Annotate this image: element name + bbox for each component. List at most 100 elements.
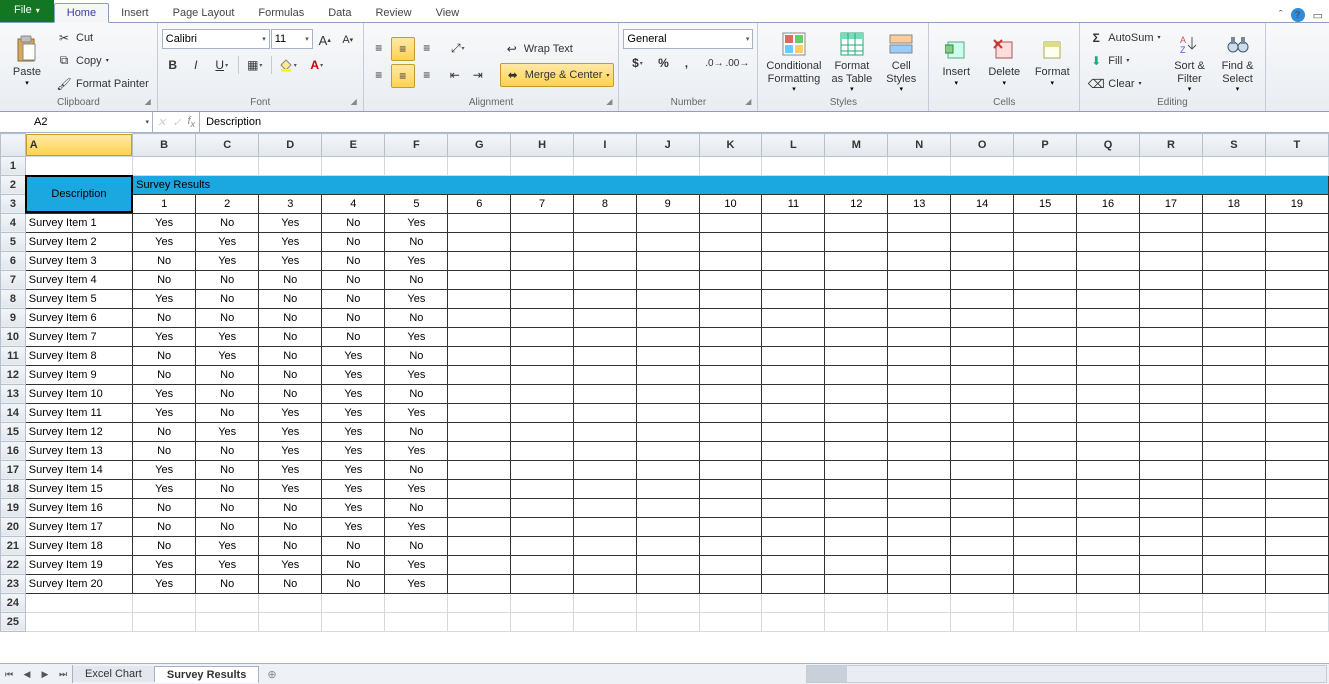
cell-data[interactable]: Yes <box>196 327 259 346</box>
cell-data[interactable] <box>573 460 636 479</box>
cell-data[interactable] <box>1202 574 1265 593</box>
cell-data[interactable] <box>888 365 951 384</box>
cell-col-num[interactable]: 7 <box>511 194 574 213</box>
cell[interactable] <box>448 593 511 612</box>
cell-data[interactable] <box>1139 308 1202 327</box>
cell-data[interactable] <box>1139 422 1202 441</box>
cell-data[interactable] <box>1265 403 1328 422</box>
cell-data[interactable]: No <box>133 270 196 289</box>
cell-data[interactable] <box>1265 498 1328 517</box>
cell-data[interactable] <box>511 517 574 536</box>
cell-data[interactable] <box>1139 460 1202 479</box>
cell-data[interactable] <box>825 574 888 593</box>
cell-data[interactable] <box>636 422 699 441</box>
cell-data[interactable] <box>762 384 825 403</box>
cell-data[interactable]: No <box>322 289 385 308</box>
cell[interactable] <box>1202 156 1265 175</box>
cell-data[interactable] <box>699 517 762 536</box>
decrease-indent-button[interactable]: ⇤ <box>444 64 466 86</box>
cell[interactable] <box>259 156 322 175</box>
cell[interactable] <box>825 612 888 631</box>
cell-data[interactable]: No <box>385 384 448 403</box>
cell-data[interactable] <box>636 365 699 384</box>
col-header-M[interactable]: M <box>825 134 888 157</box>
cell-data[interactable] <box>1265 270 1328 289</box>
cell-data[interactable] <box>1202 270 1265 289</box>
cell-data[interactable] <box>825 270 888 289</box>
row-header-1[interactable]: 1 <box>1 156 26 175</box>
col-header-K[interactable]: K <box>699 134 762 157</box>
cell-data[interactable] <box>951 403 1014 422</box>
cell-data[interactable] <box>1265 365 1328 384</box>
row-header-17[interactable]: 17 <box>1 460 26 479</box>
cell-data[interactable] <box>1077 251 1140 270</box>
cell-data[interactable]: Yes <box>385 574 448 593</box>
wrap-text-button[interactable]: ↩Wrap Text <box>500 38 615 60</box>
cell-data[interactable]: Yes <box>196 422 259 441</box>
cell[interactable] <box>25 156 132 175</box>
cell-data[interactable] <box>448 498 511 517</box>
cell-data[interactable] <box>699 270 762 289</box>
cell[interactable] <box>196 593 259 612</box>
cell-data[interactable] <box>1077 460 1140 479</box>
cell-data[interactable] <box>951 213 1014 232</box>
cell-data[interactable] <box>448 308 511 327</box>
cell-data[interactable] <box>888 308 951 327</box>
fill-button[interactable]: ⬇Fill▾ <box>1084 50 1164 72</box>
cell[interactable] <box>636 593 699 612</box>
cell-data[interactable]: Yes <box>322 517 385 536</box>
cell-data[interactable] <box>448 232 511 251</box>
cell-data[interactable]: No <box>196 441 259 460</box>
cell-data[interactable] <box>762 498 825 517</box>
formula-input[interactable]: Description <box>200 112 1329 132</box>
cell-data[interactable] <box>636 517 699 536</box>
bold-button[interactable]: B <box>162 54 184 76</box>
cell[interactable] <box>699 593 762 612</box>
cell-data[interactable]: No <box>259 536 322 555</box>
cell-data[interactable] <box>573 574 636 593</box>
cell-data[interactable] <box>1077 555 1140 574</box>
cell-data[interactable]: No <box>322 555 385 574</box>
cell[interactable] <box>1265 593 1328 612</box>
cell-data[interactable] <box>511 441 574 460</box>
cell-data[interactable]: Yes <box>385 555 448 574</box>
cell-data[interactable] <box>573 232 636 251</box>
cell-data[interactable] <box>951 384 1014 403</box>
cell-data[interactable]: Yes <box>196 346 259 365</box>
cell-data[interactable]: Yes <box>259 422 322 441</box>
cell-survey-results-header[interactable]: Survey Results <box>133 175 1329 194</box>
cell-data[interactable] <box>762 422 825 441</box>
cell-desc[interactable]: Survey Item 1 <box>25 213 132 232</box>
cell-col-num[interactable]: 17 <box>1139 194 1202 213</box>
find-select-button[interactable]: Find & Select▾ <box>1215 26 1261 94</box>
cell[interactable] <box>322 612 385 631</box>
cell-data[interactable] <box>1077 327 1140 346</box>
cell-desc[interactable]: Survey Item 12 <box>25 422 132 441</box>
cell[interactable] <box>133 156 196 175</box>
cell-data[interactable] <box>888 479 951 498</box>
row-header-15[interactable]: 15 <box>1 422 26 441</box>
cell-data[interactable] <box>1077 422 1140 441</box>
font-name-select[interactable]: Calibri▾ <box>162 29 270 49</box>
cell[interactable] <box>25 612 132 631</box>
cell-data[interactable] <box>511 555 574 574</box>
cell-data[interactable] <box>888 460 951 479</box>
row-header-18[interactable]: 18 <box>1 479 26 498</box>
cell-data[interactable]: No <box>133 536 196 555</box>
cell-data[interactable]: No <box>196 498 259 517</box>
cell-data[interactable] <box>825 460 888 479</box>
cell-col-num[interactable]: 19 <box>1265 194 1328 213</box>
cell-data[interactable] <box>1202 460 1265 479</box>
cell-data[interactable] <box>1077 441 1140 460</box>
cell[interactable] <box>1202 593 1265 612</box>
col-header-O[interactable]: O <box>951 134 1014 157</box>
cell-data[interactable] <box>1202 232 1265 251</box>
cell-data[interactable] <box>951 232 1014 251</box>
cell[interactable] <box>636 156 699 175</box>
insert-cells-button[interactable]: Insert▾ <box>933 32 979 88</box>
cell-data[interactable] <box>511 384 574 403</box>
cell-data[interactable] <box>1014 308 1077 327</box>
tab-view[interactable]: View <box>424 4 472 22</box>
cell-data[interactable] <box>762 555 825 574</box>
cell-data[interactable] <box>762 536 825 555</box>
